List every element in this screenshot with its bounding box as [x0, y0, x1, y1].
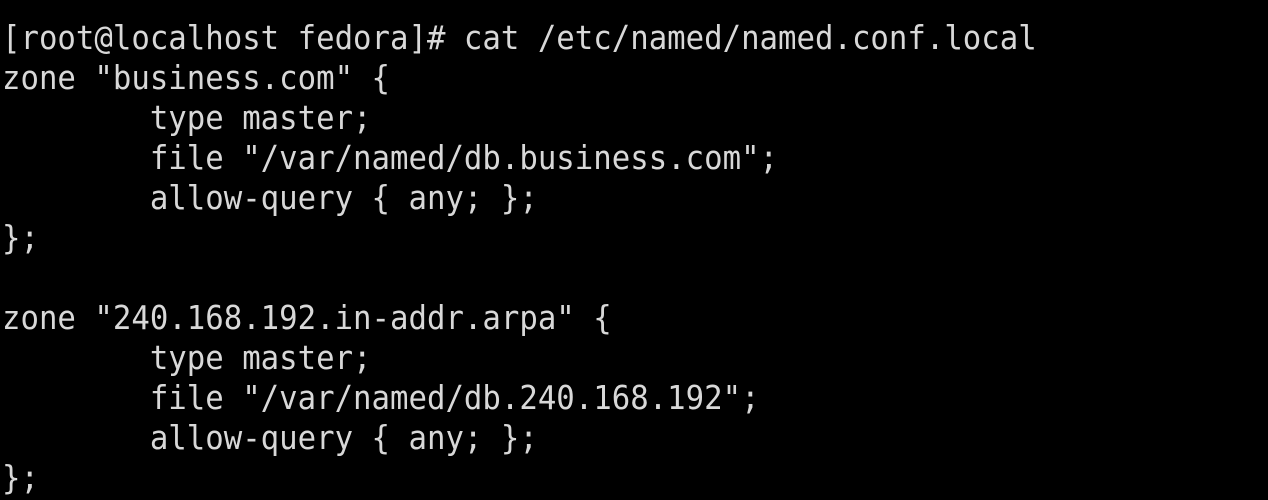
terminal-screen[interactable]: [root@localhost fedora]# cat /etc/named/…	[0, 0, 1268, 500]
output-line: type master;	[2, 338, 372, 377]
output-line: file "/var/named/db.240.168.192";	[2, 378, 760, 417]
output-line: zone "240.168.192.in-addr.arpa" {	[2, 298, 612, 337]
output-line: allow-query { any; };	[2, 178, 538, 217]
output-line: };	[2, 218, 39, 257]
output-line: type master;	[2, 98, 372, 137]
output-line: zone "business.com" {	[2, 58, 391, 97]
output-line: };	[2, 458, 39, 497]
output-line: allow-query { any; };	[2, 418, 538, 457]
shell-prompt-line: [root@localhost fedora]# cat /etc/named/…	[2, 18, 1037, 57]
output-line: file "/var/named/db.business.com";	[2, 138, 779, 177]
